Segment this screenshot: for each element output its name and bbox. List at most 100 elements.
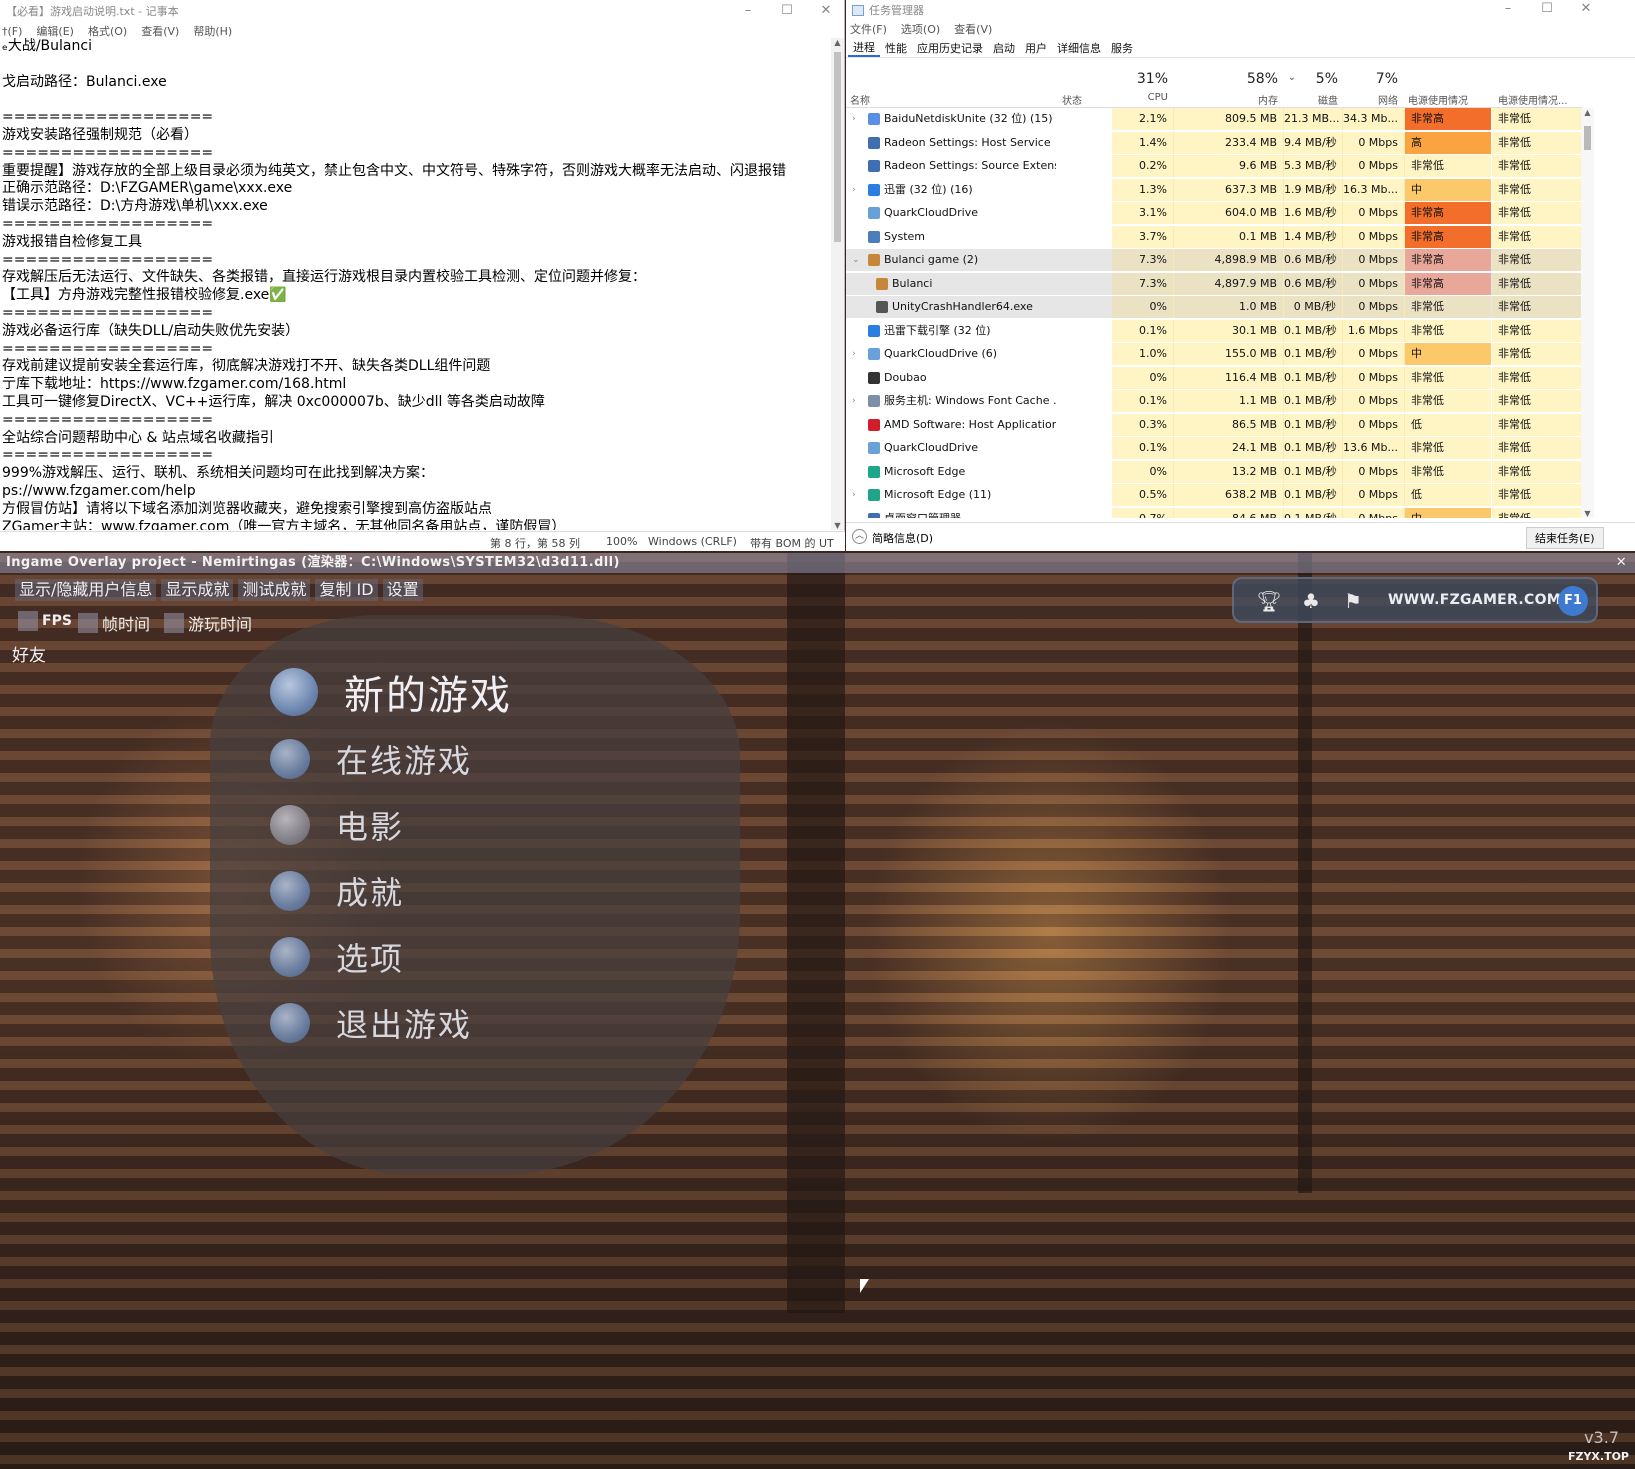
expand-chevron-icon[interactable] <box>852 155 862 177</box>
scrollbar-thumb[interactable] <box>834 52 841 242</box>
tab-processes[interactable]: 进程 <box>848 39 880 57</box>
expand-chevron-icon[interactable] <box>852 320 862 342</box>
checkbox-box[interactable] <box>164 613 184 633</box>
menu-file[interactable]: †(F) <box>2 25 22 38</box>
menu-movies[interactable]: 电影 <box>270 802 404 848</box>
menu-view[interactable]: 查看(V) <box>141 23 179 39</box>
expand-chevron-icon[interactable]: › <box>852 390 862 412</box>
expand-chevron-icon[interactable]: › <box>852 484 862 506</box>
cpu-total[interactable]: 31% <box>1112 71 1168 87</box>
scroll-down-icon[interactable]: ▼ <box>1581 509 1594 518</box>
tab-users[interactable]: 用户 <box>1020 40 1052 56</box>
scroll-down-icon[interactable]: ▼ <box>831 521 844 530</box>
expand-chevron-icon[interactable]: › <box>852 108 862 130</box>
copy-id-button[interactable]: 复制 ID <box>315 579 378 601</box>
expand-chevron-icon[interactable]: › <box>852 343 862 365</box>
col-power[interactable]: 电源使用情况 <box>1408 92 1468 107</box>
frametime-checkbox[interactable]: 帧时间 <box>78 611 150 635</box>
disk-total[interactable]: 5% <box>1286 71 1338 87</box>
process-row[interactable]: AMD Software: Host Application 0.3% 86.5 M… <box>846 413 1582 436</box>
tab-performance[interactable]: 性能 <box>880 40 912 56</box>
expand-chevron-icon[interactable] <box>852 296 862 318</box>
collapse-icon[interactable]: ︿ <box>852 529 867 544</box>
process-row[interactable]: › 迅雷 (32 位) (16) 1.3% 637.3 MB 1.9 MB/秒 16.3 … <box>846 178 1582 201</box>
scroll-up-icon[interactable]: ▲ <box>1581 108 1594 117</box>
expand-chevron-icon[interactable] <box>852 132 862 154</box>
minimize-icon[interactable]: – <box>1488 0 1528 18</box>
menu-exit-game[interactable]: 退出游戏 <box>270 1000 472 1046</box>
expand-chevron-icon[interactable] <box>852 414 862 436</box>
memory-total[interactable]: 58% <box>1186 71 1278 87</box>
checkbox-box[interactable] <box>78 613 98 633</box>
col-status[interactable]: 状态 <box>1062 92 1082 107</box>
expand-chevron-icon[interactable] <box>852 226 862 248</box>
tab-startup[interactable]: 启动 <box>988 40 1020 56</box>
process-row[interactable]: Radeon Settings: Source Extens... 0.2% 9.6… <box>846 155 1582 177</box>
col-cpu[interactable]: CPU <box>1112 92 1168 103</box>
process-row[interactable]: ⌄ Bulanci game (2) 7.3% 4,898.9 MB 0.6 MB/秒 0… <box>846 249 1582 271</box>
end-task-button[interactable]: 结束任务(E) <box>1526 527 1604 549</box>
process-row[interactable]: QuarkCloudDrive 0.1% 24.1 MB 0.1 MB/秒 13.6 M… <box>846 437 1582 459</box>
menu-online-game[interactable]: 在线游戏 <box>270 736 472 782</box>
menu-help[interactable]: 帮助(H) <box>193 23 232 39</box>
col-memory[interactable]: 内存 <box>1186 92 1278 107</box>
process-row[interactable]: QuarkCloudDrive 3.1% 604.0 MB 1.6 MB/秒 0 Mbp… <box>846 202 1582 224</box>
expand-chevron-icon[interactable]: ⌄ <box>852 249 862 271</box>
col-disk[interactable]: 磁盘 <box>1286 92 1338 107</box>
process-row[interactable]: › 服务主机: Windows Font Cache ... 0.1% 1.1 MB 0… <box>846 390 1582 412</box>
menu-new-game[interactable]: 新的游戏 <box>270 663 512 721</box>
process-row[interactable]: System 3.7% 0.1 MB 1.4 MB/秒 0 Mbps 非常高 非常低 <box>846 225 1582 248</box>
menu-achievements[interactable]: 成就 <box>270 868 404 914</box>
process-row[interactable]: Doubao 0% 116.4 MB 0.1 MB/秒 0 Mbps 非常低 非常低 <box>846 366 1582 389</box>
notepad-scrollbar[interactable]: ▲ ▼ <box>831 38 844 530</box>
process-row[interactable]: › QuarkCloudDrive (6) 1.0% 155.0 MB 0.1 MB/秒… <box>846 343 1582 365</box>
process-row[interactable]: 迅雷下载引擎 (32 位) 0.1% 30.1 MB 0.1 MB/秒 1.6 Mbps… <box>846 319 1582 342</box>
trophy-icon[interactable]: 🏆︎ <box>1256 589 1282 613</box>
expand-chevron-icon[interactable] <box>852 437 862 459</box>
playtime-checkbox[interactable]: 游玩时间 <box>164 611 252 635</box>
process-row[interactable]: Bulanci 7.3% 4,897.9 MB 0.6 MB/秒 0 Mbps 非常高 非常… <box>846 272 1582 295</box>
col-name[interactable]: 名称 <box>850 92 870 107</box>
minimize-icon[interactable]: – <box>728 0 768 22</box>
expand-chevron-icon[interactable] <box>852 202 862 224</box>
menu-file[interactable]: 文件(F) <box>850 21 887 37</box>
close-icon[interactable]: ✕ <box>806 0 846 22</box>
checkbox-box[interactable] <box>18 611 38 631</box>
process-row[interactable]: Radeon Settings: Host Service 1.4% 233.4 M… <box>846 131 1582 154</box>
menu-options[interactable]: 选项 <box>270 934 404 980</box>
settings-button[interactable]: 设置 <box>382 579 423 601</box>
flag-icon[interactable]: ⚑ <box>1340 589 1366 613</box>
tab-services[interactable]: 服务 <box>1106 40 1138 56</box>
fewer-details-button[interactable]: 简略信息(D) <box>872 530 933 546</box>
expand-chevron-icon[interactable]: › <box>852 179 862 201</box>
show-achievements-button[interactable]: 显示成就 <box>161 579 234 601</box>
maximize-icon[interactable]: ☐ <box>1527 0 1567 18</box>
scrollbar-thumb[interactable] <box>1584 126 1591 150</box>
process-row[interactable]: Microsoft Edge 0% 13.2 MB 0.1 MB/秒 0 Mbps 非常低… <box>846 460 1582 483</box>
expand-chevron-icon[interactable] <box>852 367 862 389</box>
test-achievement-button[interactable]: 测试成就 <box>238 579 311 601</box>
group-icon[interactable]: ♣ <box>1298 589 1324 613</box>
col-network[interactable]: 网络 <box>1342 92 1398 107</box>
close-icon[interactable]: ✕ <box>1616 553 1627 573</box>
process-row[interactable]: › Microsoft Edge (11) 0.5% 638.2 MB 0.1 MB/秒… <box>846 484 1582 506</box>
process-scrollbar[interactable]: ▲ ▼ <box>1581 108 1594 518</box>
process-row[interactable]: UnityCrashHandler64.exe 0% 1.0 MB 0 MB/秒 0 M… <box>846 296 1582 318</box>
col-power-trend[interactable]: 电源使用情况... <box>1498 92 1568 107</box>
scroll-up-icon[interactable]: ▲ <box>831 38 844 47</box>
maximize-icon[interactable]: ☐ <box>767 0 807 22</box>
text-editor-area[interactable]: ₑ大战/Bulanci 戈启动路径：Bulanci.exe ============… <box>0 38 832 530</box>
network-total[interactable]: 7% <box>1342 71 1398 87</box>
process-row[interactable]: › BaiduNetdiskUnite (32 位) (15) 2.1% 809.5 … <box>846 108 1582 130</box>
menu-view[interactable]: 查看(V) <box>954 21 992 37</box>
menu-edit[interactable]: 编辑(E) <box>36 23 74 39</box>
menu-format[interactable]: 格式(O) <box>88 23 127 39</box>
close-icon[interactable]: ✕ <box>1566 0 1606 18</box>
expand-chevron-icon[interactable] <box>852 461 862 483</box>
expand-chevron-icon[interactable] <box>852 508 862 519</box>
fps-checkbox[interactable]: FPS <box>18 611 72 631</box>
tab-app-history[interactable]: 应用历史记录 <box>912 40 988 56</box>
menu-options[interactable]: 选项(O) <box>901 21 940 37</box>
expand-chevron-icon[interactable] <box>852 273 862 295</box>
process-row[interactable]: 桌面窗口管理器 0.7% 84.6 MB 0.1 MB/秒 0 Mbps 中非常低 <box>846 507 1582 519</box>
